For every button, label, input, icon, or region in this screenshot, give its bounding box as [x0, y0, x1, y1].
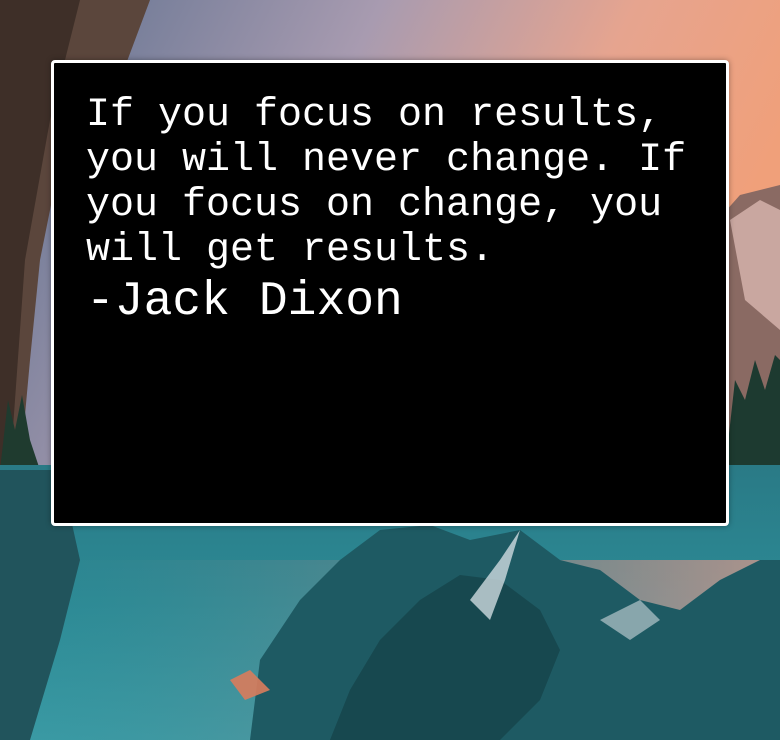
- quote-text: If you focus on results, you will never …: [86, 93, 711, 273]
- quote-card: If you focus on results, you will never …: [51, 60, 729, 526]
- quote-author: -Jack Dixon: [86, 275, 403, 329]
